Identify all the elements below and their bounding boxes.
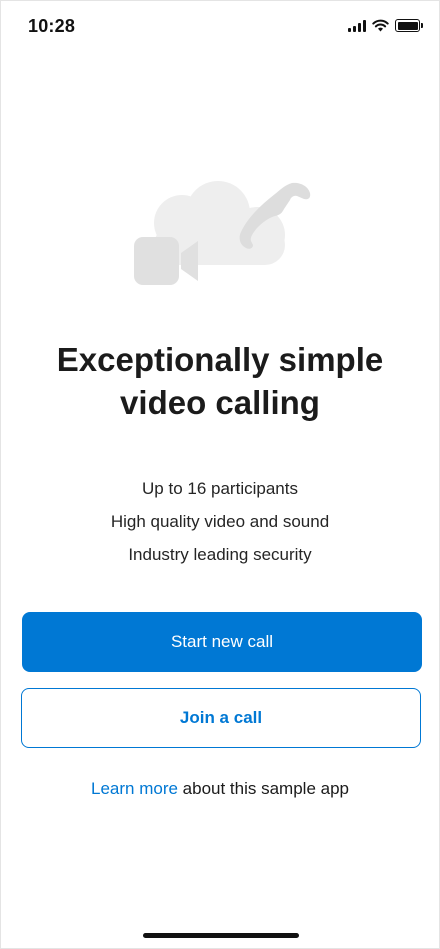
cellular-signal-icon xyxy=(348,19,366,32)
feature-item: Up to 16 participants xyxy=(142,479,298,498)
feature-list: Up to 16 participants High quality video… xyxy=(20,472,420,571)
start-new-call-button[interactable]: Start new call xyxy=(22,612,422,672)
learn-more-suffix: about this sample app xyxy=(177,779,349,798)
join-call-button[interactable]: Join a call xyxy=(21,688,421,748)
status-bar: 10:28 xyxy=(0,0,440,52)
home-indicator[interactable] xyxy=(143,933,299,938)
status-icons xyxy=(348,19,423,32)
feature-item: Industry leading security xyxy=(128,545,312,564)
learn-more-text: Learn more about this sample app xyxy=(20,779,420,799)
feature-item: High quality video and sound xyxy=(110,512,330,531)
page-title-line-2: video calling xyxy=(120,384,320,421)
learn-more-link[interactable]: Learn more xyxy=(91,779,178,798)
page-title: Exceptionally simple video calling xyxy=(20,338,420,424)
wifi-icon xyxy=(372,19,389,32)
battery-icon xyxy=(395,19,423,32)
page-title-line-1: Exceptionally simple xyxy=(56,341,384,378)
status-time: 10:28 xyxy=(28,16,76,36)
hero-illustration xyxy=(134,181,311,285)
